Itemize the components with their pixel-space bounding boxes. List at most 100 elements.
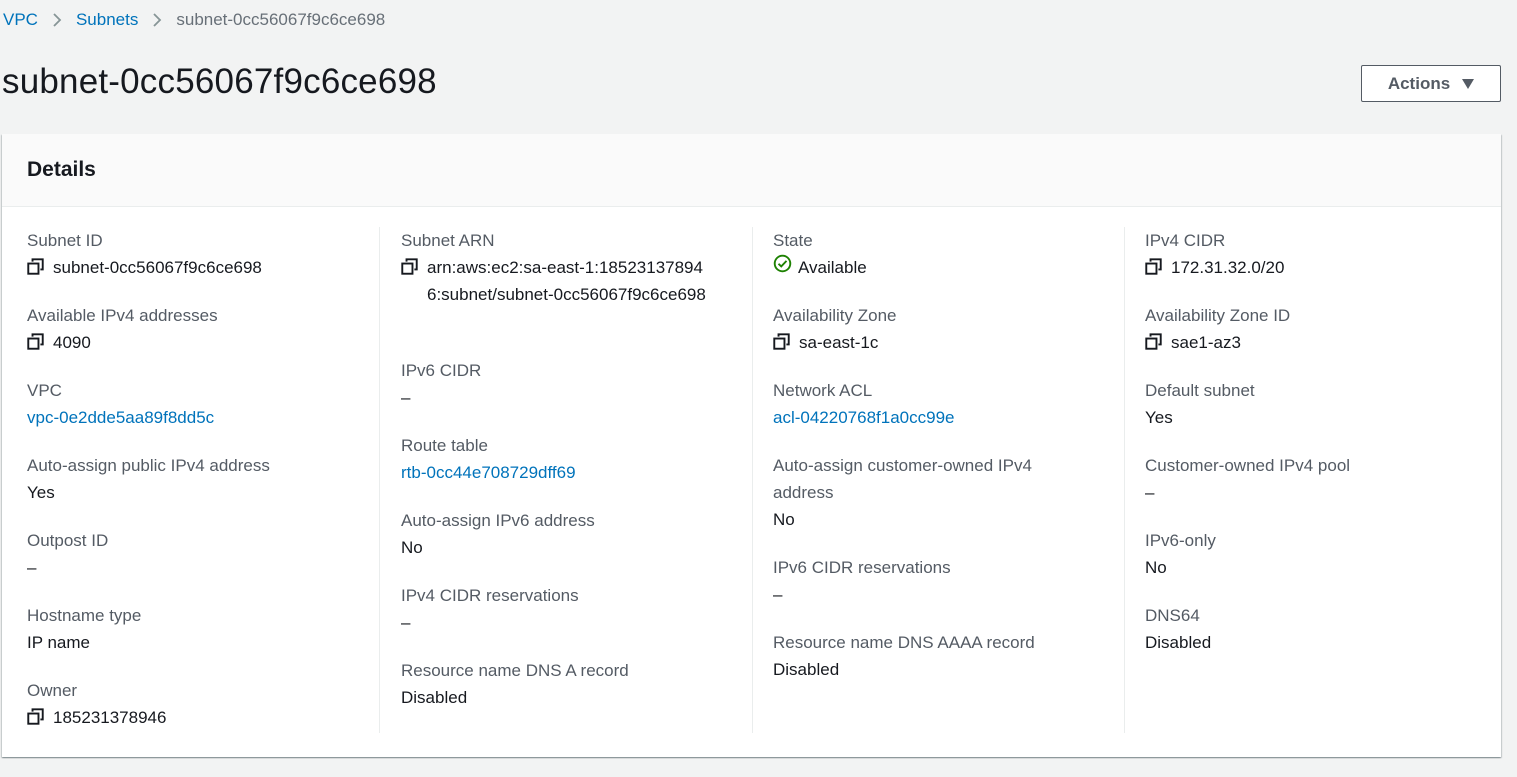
available-ipv4-value: 4090: [53, 333, 91, 352]
copy-icon[interactable]: [27, 258, 44, 275]
field-label: VPC: [27, 381, 62, 400]
customer-owned-pool-value: –: [1145, 483, 1155, 502]
outpost-id-value: –: [27, 558, 37, 577]
field-label: Owner: [27, 681, 78, 700]
field-label: Hostname type: [27, 606, 142, 625]
field-route-table: Route table rtb-0cc44e708729dff69: [401, 432, 731, 486]
details-column-2: Subnet ARN arn:aws:ec2:sa-east-1:1852313…: [379, 227, 751, 733]
rn-dns-a-record-value: Disabled: [401, 688, 468, 707]
field-owner: Owner 185231378946: [27, 677, 357, 731]
breadcrumb-vpc-link[interactable]: VPC: [3, 9, 38, 31]
field-rn-dns-aaaa-record: Resource name DNS AAAA record Disabled: [773, 629, 1103, 683]
copy-icon[interactable]: [1145, 333, 1162, 350]
field-auto-assign-public-ipv4: Auto-assign public IPv4 address Yes: [27, 452, 357, 506]
actions-button-label: Actions: [1387, 73, 1451, 93]
ipv6-cidr-value: –: [401, 388, 411, 407]
field-rn-dns-a-record: Resource name DNS A record Disabled: [401, 657, 731, 711]
field-label: Customer-owned IPv4 pool: [1145, 456, 1351, 475]
field-label: IPv6 CIDR: [401, 361, 482, 380]
field-label: Resource name DNS AAAA record: [773, 633, 1035, 652]
details-panel: Details Subnet ID subnet-0cc56067f9c6ce6…: [2, 134, 1501, 757]
subnet-id-value: subnet-0cc56067f9c6ce698: [53, 258, 262, 277]
state-value: Available: [798, 258, 867, 277]
field-label: Network ACL: [773, 381, 873, 400]
field-label: DNS64: [1145, 606, 1200, 625]
ipv6-only-value: No: [1145, 558, 1167, 577]
field-auto-assign-ipv6: Auto-assign IPv6 address No: [401, 507, 731, 561]
dns64-value: Disabled: [1145, 633, 1212, 652]
breadcrumb: VPC Subnets subnet-0cc56067f9c6ce698: [3, 9, 385, 31]
field-label: IPv4 CIDR reservations: [401, 586, 579, 605]
field-state: State Available: [773, 227, 1103, 281]
field-ipv4-cidr-reservations: IPv4 CIDR reservations –: [401, 582, 731, 636]
field-customer-owned-pool: Customer-owned IPv4 pool –: [1145, 452, 1475, 506]
field-ipv6-cidr: IPv6 CIDR –: [401, 357, 731, 411]
details-column-3: State Available Availability Zone sa-eas…: [752, 227, 1124, 733]
field-label: State: [773, 231, 813, 250]
breadcrumb-subnets-link[interactable]: Subnets: [76, 9, 138, 31]
chevron-right-icon: [152, 12, 162, 28]
details-column-1: Subnet ID subnet-0cc56067f9c6ce698 Avail…: [27, 227, 372, 733]
field-label: Subnet ID: [27, 231, 103, 250]
field-available-ipv4: Available IPv4 addresses 4090: [27, 302, 357, 356]
copy-icon[interactable]: [27, 333, 44, 350]
ipv4-cidr-value: 172.31.32.0/20: [1171, 258, 1285, 277]
field-label: Resource name DNS A record: [401, 661, 629, 680]
field-dns64: DNS64 Disabled: [1145, 602, 1475, 656]
availability-zone-value: sa-east-1c: [799, 333, 879, 352]
field-label: IPv6 CIDR reservations: [773, 558, 951, 577]
copy-icon[interactable]: [27, 708, 44, 725]
ipv4-cidr-reservations-value: –: [401, 613, 411, 632]
field-label: Availability Zone ID: [1145, 306, 1291, 325]
field-hostname-type: Hostname type IP name: [27, 602, 357, 656]
route-table-link[interactable]: rtb-0cc44e708729dff69: [401, 459, 576, 486]
caret-down-icon: [1462, 79, 1475, 89]
field-vpc: VPC vpc-0e2dde5aa89f8dd5c: [27, 377, 357, 431]
chevron-right-icon: [52, 12, 62, 28]
field-label: IPv4 CIDR: [1145, 231, 1226, 250]
field-label: Route table: [401, 436, 488, 455]
field-ipv6-cidr-reservations: IPv6 CIDR reservations –: [773, 554, 1103, 608]
field-label: Auto-assign public IPv4 address: [27, 456, 270, 475]
availability-zone-id-value: sae1-az3: [1171, 333, 1241, 352]
details-panel-header: Details: [2, 134, 1501, 207]
vpc-link[interactable]: vpc-0e2dde5aa89f8dd5c: [27, 404, 214, 431]
owner-value: 185231378946: [53, 708, 167, 727]
rn-dns-aaaa-record-value: Disabled: [773, 660, 840, 679]
auto-assign-ipv6-value: No: [401, 538, 423, 557]
copy-icon[interactable]: [773, 333, 790, 350]
field-label: Availability Zone: [773, 306, 897, 325]
breadcrumb-current: subnet-0cc56067f9c6ce698: [176, 10, 386, 29]
field-label: Outpost ID: [27, 531, 109, 550]
subnet-arn-value: arn:aws:ec2:sa-east-1:185231378946:subne…: [427, 258, 706, 304]
auto-assign-public-ipv4-value: Yes: [27, 483, 55, 502]
field-label: Subnet ARN: [401, 231, 495, 250]
hostname-type-value: IP name: [27, 633, 91, 652]
field-outpost-id: Outpost ID –: [27, 527, 357, 581]
details-columns: Subnet ID subnet-0cc56067f9c6ce698 Avail…: [2, 227, 1501, 733]
field-auto-assign-customer-owned: Auto-assign customer-owned IPv4 address …: [773, 452, 1073, 533]
network-acl-link[interactable]: acl-04220768f1a0cc99e: [773, 404, 954, 431]
field-availability-zone: Availability Zone sa-east-1c: [773, 302, 1103, 356]
details-title: Details: [27, 158, 96, 181]
actions-dropdown-button[interactable]: Actions: [1361, 65, 1501, 102]
field-default-subnet: Default subnet Yes: [1145, 377, 1475, 431]
status-success-icon: [773, 254, 792, 273]
ipv6-cidr-reservations-value: –: [773, 585, 783, 604]
field-subnet-id: Subnet ID subnet-0cc56067f9c6ce698: [27, 227, 357, 281]
field-network-acl: Network ACL acl-04220768f1a0cc99e: [773, 377, 1103, 431]
field-label: Auto-assign customer-owned IPv4 address: [773, 456, 1032, 502]
field-availability-zone-id: Availability Zone ID sae1-az3: [1145, 302, 1475, 356]
field-subnet-arn: Subnet ARN arn:aws:ec2:sa-east-1:1852313…: [401, 227, 711, 308]
details-column-4: IPv4 CIDR 172.31.32.0/20 Availability Zo…: [1124, 227, 1484, 733]
page-title: subnet-0cc56067f9c6ce698: [2, 62, 437, 101]
field-label: Available IPv4 addresses: [27, 306, 218, 325]
copy-icon[interactable]: [1145, 258, 1162, 275]
field-label: IPv6-only: [1145, 531, 1216, 550]
auto-assign-customer-owned-value: No: [773, 510, 795, 529]
field-label: Default subnet: [1145, 381, 1255, 400]
copy-icon[interactable]: [401, 258, 418, 275]
field-label: Auto-assign IPv6 address: [401, 511, 595, 530]
default-subnet-value: Yes: [1145, 408, 1173, 427]
field-ipv4-cidr: IPv4 CIDR 172.31.32.0/20: [1145, 227, 1475, 281]
